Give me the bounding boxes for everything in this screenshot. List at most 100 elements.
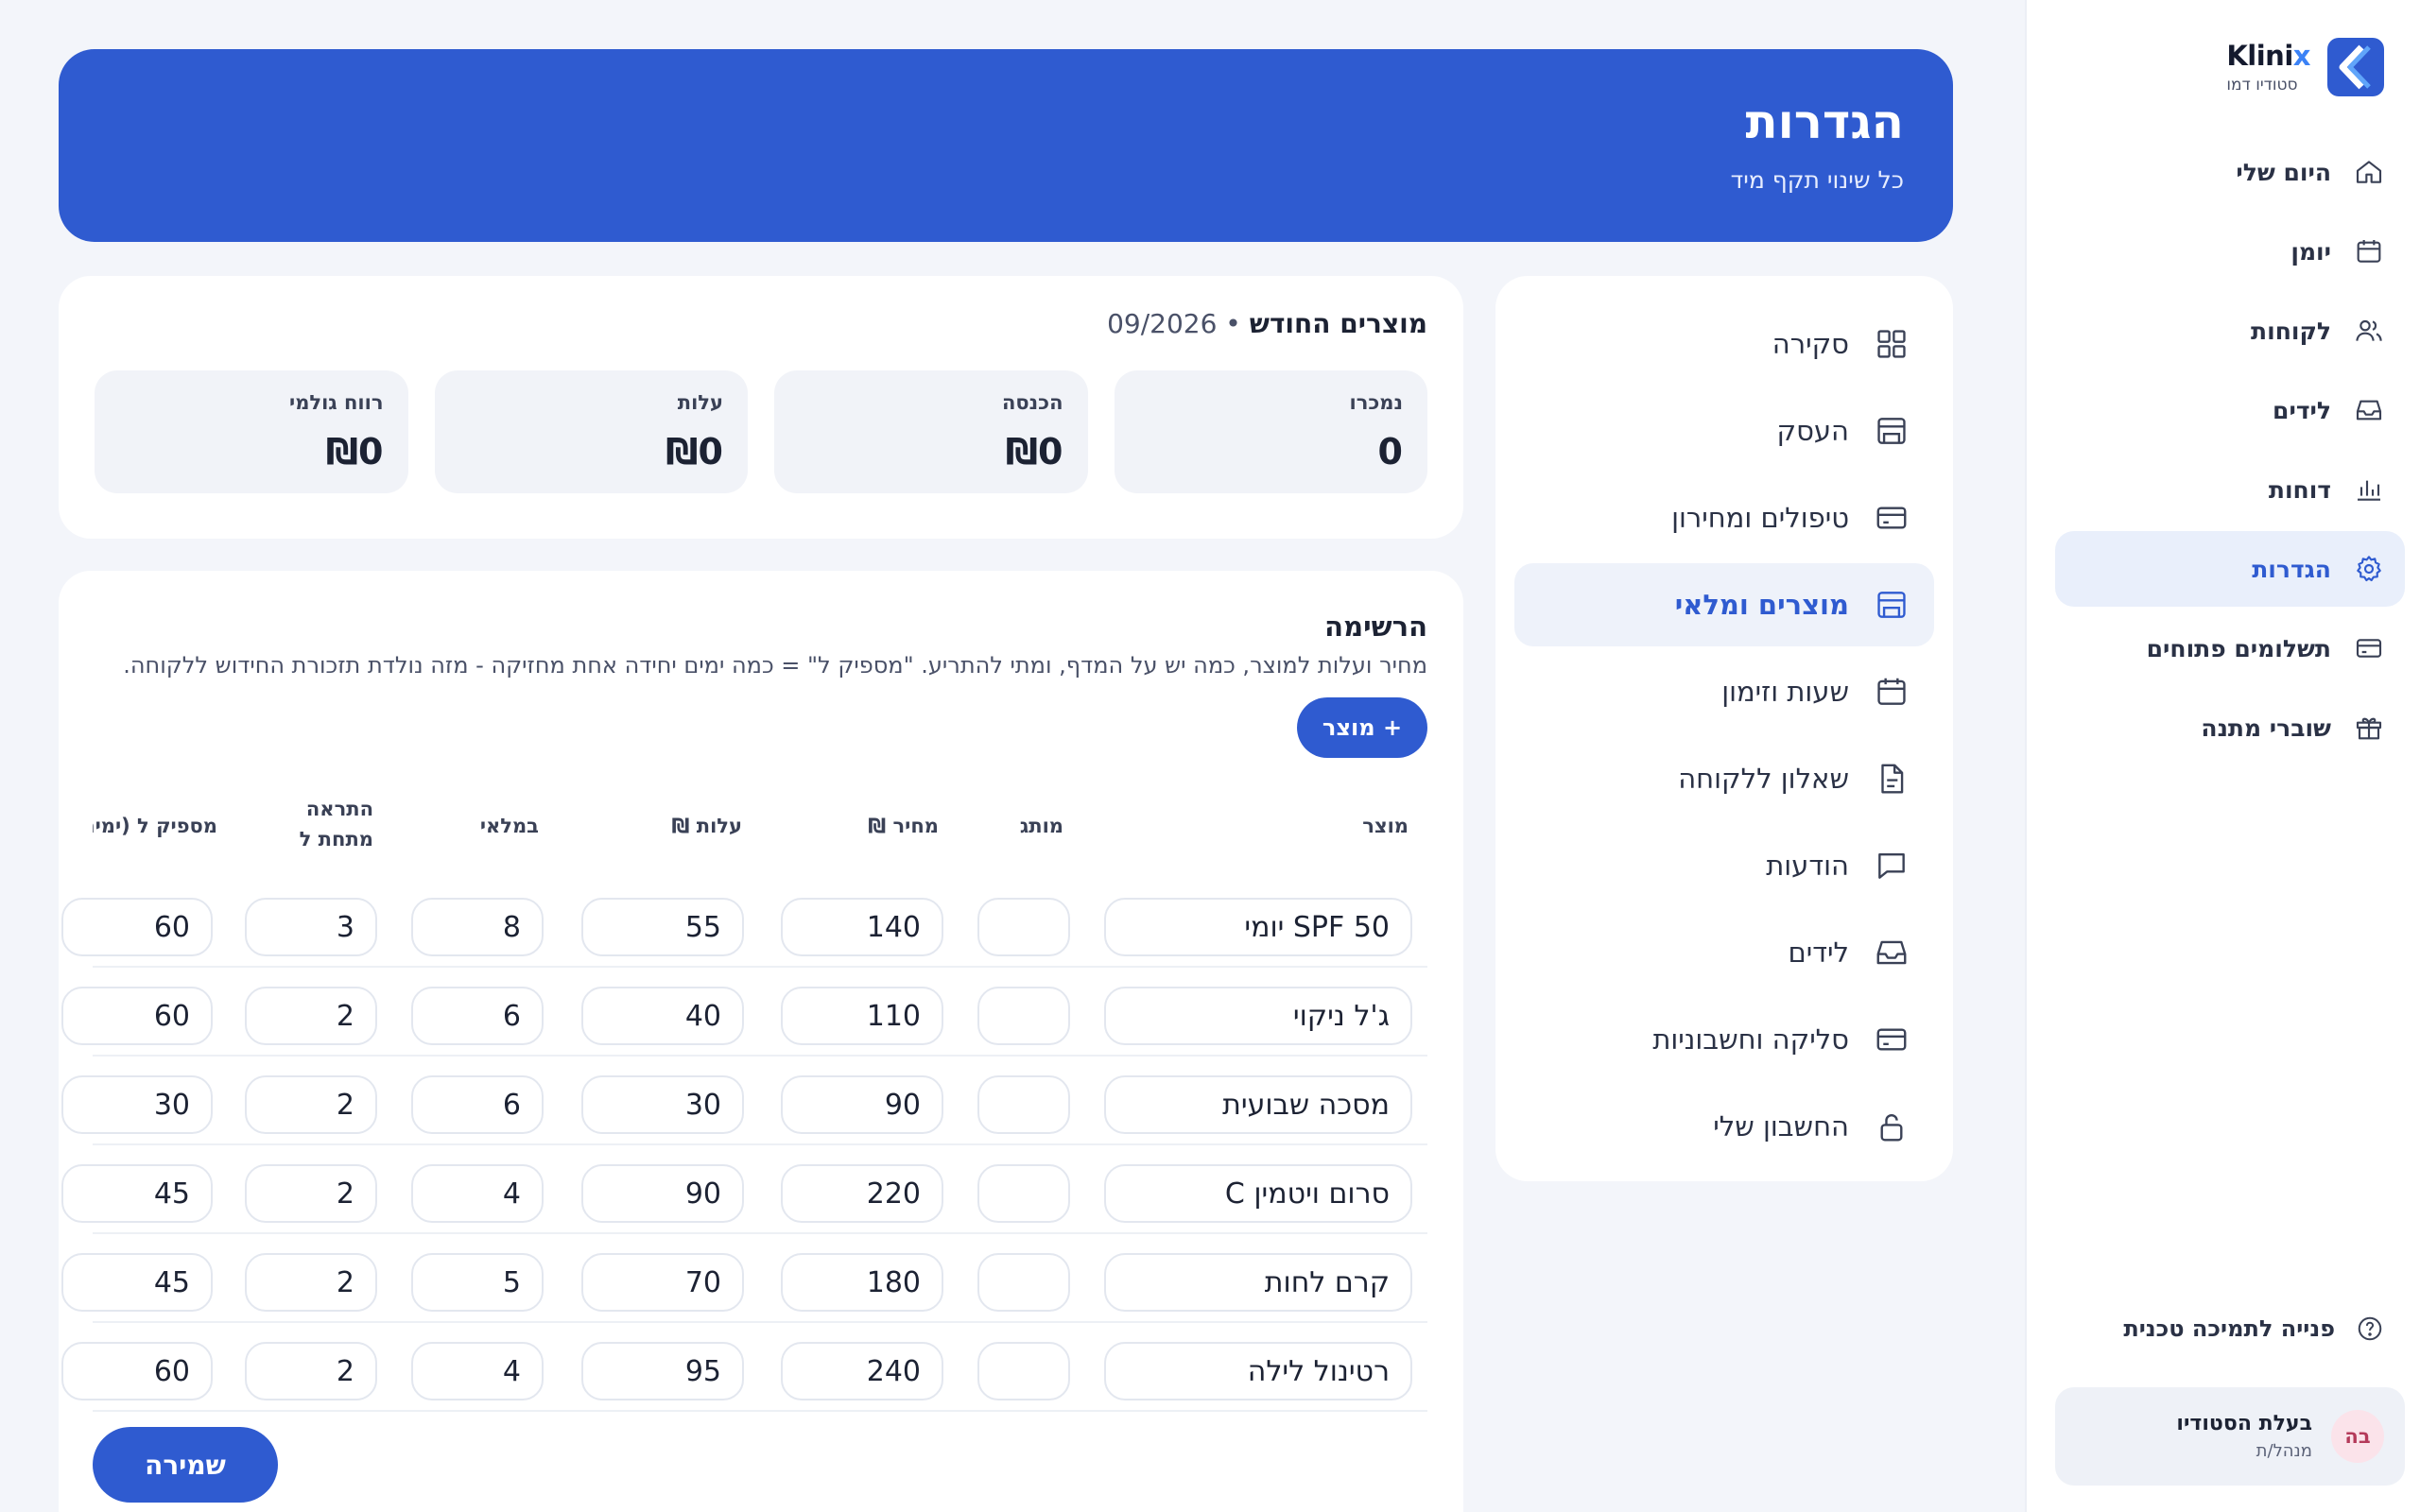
stock-input[interactable]: 5 bbox=[411, 1253, 544, 1312]
table-row: סרום ויטמין C 220 90 4 2 45 bbox=[61, 1145, 1427, 1234]
alert-below-input[interactable]: 2 bbox=[245, 987, 377, 1045]
nav-item-reports[interactable]: דוחות bbox=[2055, 452, 2405, 527]
cost-input[interactable]: 30 bbox=[581, 1075, 744, 1134]
tab-clearing-invoices[interactable]: סליקה וחשבוניות bbox=[1514, 998, 1934, 1081]
lasts-days-input[interactable]: 60 bbox=[61, 898, 213, 956]
cost-input[interactable]: 55 bbox=[581, 898, 744, 956]
stock-input[interactable]: 4 bbox=[411, 1164, 544, 1223]
price-input[interactable]: 240 bbox=[781, 1342, 943, 1400]
stat-revenue: הכנסה ₪0 bbox=[774, 370, 1088, 493]
brand-input[interactable] bbox=[977, 1342, 1070, 1400]
lasts-days-input[interactable]: 30 bbox=[61, 1075, 213, 1134]
tab-products-inventory[interactable]: מוצרים ומלאי bbox=[1514, 563, 1934, 646]
stat-value: ₪0 bbox=[325, 431, 384, 472]
product-list-card: הרשימה מחיר ועלות למוצר, כמה יש על המדף,… bbox=[59, 571, 1463, 1512]
user-card[interactable]: בה בעלת הסטודיו מנהל/ת bbox=[2055, 1387, 2405, 1486]
tab-hours-booking[interactable]: שעות וזימון bbox=[1514, 650, 1934, 733]
inbox-icon bbox=[2356, 400, 2382, 421]
price-input[interactable]: 90 bbox=[781, 1075, 943, 1134]
nav-item-label: לקוחות bbox=[2251, 317, 2331, 345]
product-name-input[interactable]: קרם לחות bbox=[1104, 1253, 1412, 1312]
table-row: רטינול לילה 240 95 4 2 60 bbox=[61, 1323, 1427, 1412]
stock-input[interactable]: 6 bbox=[411, 1075, 544, 1134]
list-title: הרשימה bbox=[1324, 610, 1427, 643]
brand-input[interactable] bbox=[977, 987, 1070, 1045]
monthly-stats-card: מוצרים החודש • 09/2026 נמכרו 0 הכנסה ₪0 … bbox=[59, 276, 1463, 539]
lasts-days-input[interactable]: 60 bbox=[61, 1342, 213, 1400]
settings-subnav: סקירה העסק טיפולים ומחירון מוצרים ומלאי … bbox=[1495, 276, 1953, 1181]
lasts-days-input[interactable]: 45 bbox=[61, 1253, 213, 1312]
gear-icon bbox=[2357, 556, 2381, 582]
add-product-button[interactable]: + מוצר bbox=[1297, 697, 1427, 758]
lock-icon bbox=[1880, 1114, 1903, 1142]
nav-item-label: דוחות bbox=[2268, 475, 2331, 504]
nav-item-leads[interactable]: לידים bbox=[2055, 372, 2405, 448]
price-input[interactable]: 140 bbox=[781, 898, 943, 956]
support-link[interactable]: פנייה לתמיכה טכנית bbox=[2055, 1293, 2405, 1365]
alert-below-input[interactable]: 2 bbox=[245, 1164, 377, 1223]
brand-input[interactable] bbox=[977, 1075, 1070, 1134]
alert-below-input[interactable]: 2 bbox=[245, 1075, 377, 1134]
studio-name: סטודיו דמו bbox=[2226, 76, 2298, 94]
price-input[interactable]: 180 bbox=[781, 1253, 943, 1312]
brand[interactable]: Klinix סטודיו דמו bbox=[2226, 38, 2384, 96]
stock-input[interactable]: 4 bbox=[411, 1342, 544, 1400]
product-name-input[interactable]: סרום ויטמין C bbox=[1104, 1164, 1412, 1223]
tab-business[interactable]: העסק bbox=[1514, 389, 1934, 472]
product-name-input[interactable]: SPF 50 יומי bbox=[1104, 898, 1412, 956]
inbox-icon bbox=[1876, 940, 1907, 965]
col-lasts-days: מספיק ל (ימים) bbox=[93, 815, 217, 837]
tab-label: הודעות bbox=[1766, 850, 1849, 882]
cost-input[interactable]: 70 bbox=[581, 1253, 744, 1312]
brand-input[interactable] bbox=[977, 1253, 1070, 1312]
grid-icon bbox=[1877, 330, 1906, 358]
message-icon bbox=[1878, 852, 1905, 879]
nav-item-settings[interactable]: הגדרות bbox=[2055, 531, 2405, 607]
stat-sold: נמכרו 0 bbox=[1114, 370, 1427, 493]
brand-input[interactable] bbox=[977, 898, 1070, 956]
price-input[interactable]: 110 bbox=[781, 987, 943, 1045]
avatar: בה bbox=[2331, 1410, 2384, 1463]
lasts-days-input[interactable]: 45 bbox=[61, 1164, 213, 1223]
stock-input[interactable]: 6 bbox=[411, 987, 544, 1045]
products-table: מוצר מותג מחיר ₪ עלות ₪ במלאי התראה מתחת … bbox=[61, 788, 1427, 1412]
tab-label: העסק bbox=[1776, 415, 1850, 447]
alert-below-input[interactable]: 2 bbox=[245, 1342, 377, 1400]
help-icon bbox=[2358, 1316, 2382, 1341]
tab-my-account[interactable]: החשבון שלי bbox=[1514, 1085, 1934, 1168]
product-name-input[interactable]: ג'ל ניקוי bbox=[1104, 987, 1412, 1045]
col-cost: עלות ₪ bbox=[671, 815, 742, 837]
price-input[interactable]: 220 bbox=[781, 1164, 943, 1223]
brand-name: Klinix bbox=[2226, 40, 2310, 72]
tab-messages[interactable]: הודעות bbox=[1514, 824, 1934, 907]
brand-input[interactable] bbox=[977, 1164, 1070, 1223]
store-icon bbox=[1877, 592, 1906, 618]
cost-input[interactable]: 40 bbox=[581, 987, 744, 1045]
table-row: מסכה שבועית 90 30 6 2 30 bbox=[61, 1057, 1427, 1145]
page-title: הגדרות bbox=[1745, 94, 1904, 149]
nav-item-my-day[interactable]: היום שלי bbox=[2055, 134, 2405, 210]
tab-label: טיפולים ומחירון bbox=[1671, 502, 1849, 534]
cost-input[interactable]: 95 bbox=[581, 1342, 744, 1400]
tab-client-questionnaire[interactable]: שאלון ללקוחה bbox=[1514, 737, 1934, 820]
nav-item-label: הגדרות bbox=[2252, 555, 2331, 583]
nav-item-open-payments[interactable]: תשלומים פתוחים bbox=[2055, 610, 2405, 686]
nav-item-clients[interactable]: לקוחות bbox=[2055, 293, 2405, 369]
alert-below-input[interactable]: 3 bbox=[245, 898, 377, 956]
nav-item-calendar[interactable]: יומן bbox=[2055, 214, 2405, 289]
document-icon bbox=[1881, 764, 1904, 794]
cost-input[interactable]: 90 bbox=[581, 1164, 744, 1223]
credit-card-icon bbox=[2356, 639, 2382, 658]
nav-item-gift-vouchers[interactable]: שוברי מתנה bbox=[2055, 690, 2405, 765]
tab-leads[interactable]: לידים bbox=[1514, 911, 1934, 994]
stock-input[interactable]: 8 bbox=[411, 898, 544, 956]
product-name-input[interactable]: רטינול לילה bbox=[1104, 1342, 1412, 1400]
tab-treatments-pricing[interactable]: טיפולים ומחירון bbox=[1514, 476, 1934, 559]
save-button[interactable]: שמירה bbox=[93, 1427, 278, 1503]
stat-gross-profit: רווח גולמי ₪0 bbox=[95, 370, 408, 493]
tab-overview[interactable]: סקירה bbox=[1514, 302, 1934, 386]
col-price: מחיר ₪ bbox=[868, 815, 939, 837]
alert-below-input[interactable]: 2 bbox=[245, 1253, 377, 1312]
product-name-input[interactable]: מסכה שבועית bbox=[1104, 1075, 1412, 1134]
lasts-days-input[interactable]: 60 bbox=[61, 987, 213, 1045]
